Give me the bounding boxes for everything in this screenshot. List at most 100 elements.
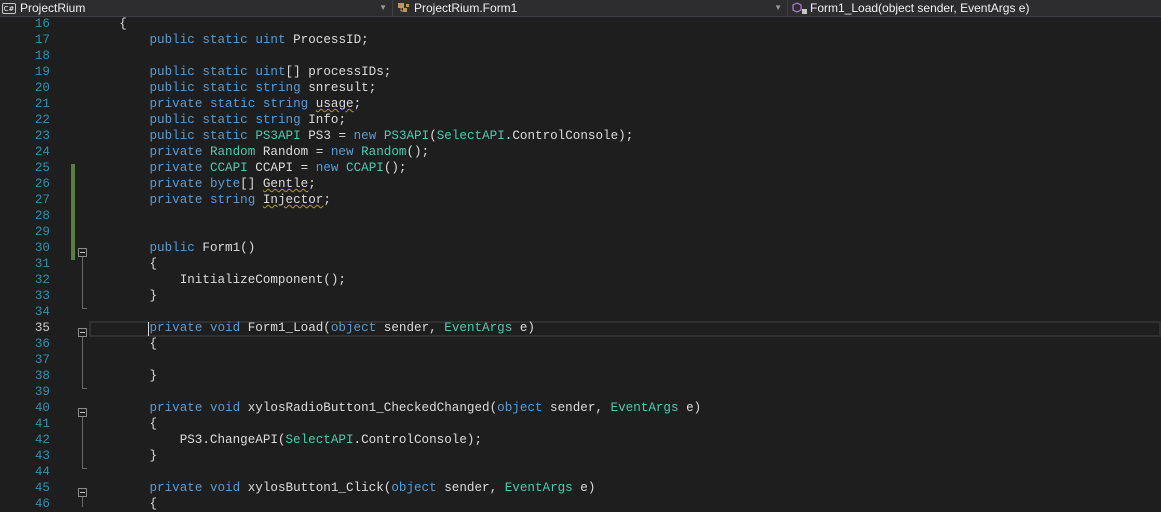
code-text: public static string Info;: [89, 112, 346, 128]
code-line[interactable]: 41 {: [0, 416, 1161, 432]
code-line[interactable]: 42 PS3.ChangeAPI(SelectAPI.ControlConsol…: [0, 432, 1161, 448]
code-line[interactable]: 43 }: [0, 448, 1161, 464]
code-text: private CCAPI CCAPI = new CCAPI();: [89, 160, 406, 176]
type-dropdown[interactable]: ProjectRium.Form1 ▼: [393, 0, 786, 16]
keyword-token: uint: [255, 33, 286, 47]
code-token: Info;: [300, 113, 347, 127]
code-line[interactable]: 40 private void xylosRadioButton1_Checke…: [0, 400, 1161, 416]
code-token: InitializeComponent();: [89, 273, 346, 287]
code-line[interactable]: 28: [0, 208, 1161, 224]
keyword-token: private: [149, 97, 203, 111]
code-line[interactable]: 35 private void Form1_Load(object sender…: [0, 320, 1161, 336]
keyword-token: string: [255, 81, 301, 95]
code-line[interactable]: 16 {: [0, 16, 1161, 32]
code-line[interactable]: 24 private Random Random = new Random();: [0, 144, 1161, 160]
code-line[interactable]: 36 {: [0, 336, 1161, 352]
code-text: }: [89, 448, 157, 464]
code-line[interactable]: 21 private static string usage;: [0, 96, 1161, 112]
code-line[interactable]: 38 }: [0, 368, 1161, 384]
member-dropdown[interactable]: Form1_Load(object sender, EventArgs e): [788, 0, 1161, 16]
code-line[interactable]: 33 }: [0, 288, 1161, 304]
code-line[interactable]: 26 private byte[] Gentle;: [0, 176, 1161, 192]
code-text: private void xylosRadioButton1_CheckedCh…: [89, 400, 701, 416]
line-number: 20: [34, 81, 50, 95]
code-line[interactable]: 44: [0, 464, 1161, 480]
keyword-token: byte: [209, 177, 241, 191]
code-token: .ControlConsole);: [353, 433, 483, 447]
code-line[interactable]: 25 private CCAPI CCAPI = new CCAPI();: [0, 160, 1161, 176]
line-number: 31: [34, 257, 50, 271]
code-line[interactable]: 22 public static string Info;: [0, 112, 1161, 128]
code-token: ;: [308, 177, 316, 191]
keyword-token: object: [330, 321, 377, 335]
code-line[interactable]: 20 public static string snresult;: [0, 80, 1161, 96]
code-line[interactable]: 27 private string Injector;: [0, 192, 1161, 208]
keyword-token: object: [497, 401, 543, 415]
warning-token: Injector: [262, 193, 324, 207]
type-token: EventArgs: [444, 321, 513, 335]
line-number: 23: [34, 129, 50, 143]
code-text: PS3.ChangeAPI(SelectAPI.ControlConsole);: [89, 432, 482, 448]
code-token: ();: [406, 145, 430, 159]
code-line[interactable]: 18: [0, 48, 1161, 64]
chevron-down-icon[interactable]: ▼: [774, 3, 782, 12]
code-line[interactable]: 30 public Form1(): [0, 240, 1161, 256]
line-number: 18: [34, 49, 50, 63]
keyword-token: void: [209, 401, 241, 415]
code-token: sender,: [376, 321, 445, 335]
keyword-token: string: [262, 97, 309, 111]
code-token: {: [89, 257, 158, 271]
code-line[interactable]: 37: [0, 352, 1161, 368]
code-token: (: [429, 129, 437, 143]
type-token: SelectAPI: [436, 129, 505, 143]
line-number: 37: [34, 353, 50, 367]
project-dropdown[interactable]: C# ProjectRium ▼: [0, 0, 391, 16]
code-token: ;: [353, 97, 362, 111]
keyword-token: new: [330, 145, 354, 159]
keyword-token: private: [149, 321, 203, 335]
code-line[interactable]: 46 {: [0, 496, 1161, 512]
line-number: 44: [34, 465, 50, 479]
type-token: Random: [361, 145, 407, 159]
code-token: e): [678, 401, 702, 415]
code-token: xylosRadioButton1_CheckedChanged(: [240, 401, 498, 415]
line-number: 22: [34, 113, 50, 127]
code-line[interactable]: 29: [0, 224, 1161, 240]
line-number: 45: [34, 481, 50, 495]
code-token: CCAPI =: [247, 161, 316, 175]
code-line[interactable]: 39: [0, 384, 1161, 400]
code-line[interactable]: 17 public static uint ProcessID;: [0, 32, 1161, 48]
code-token: ;: [323, 193, 331, 207]
code-line[interactable]: 23 public static PS3API PS3 = new PS3API…: [0, 128, 1161, 144]
code-token: {: [89, 337, 158, 351]
code-line[interactable]: 19 public static uint[] processIDs;: [0, 64, 1161, 80]
code-line[interactable]: 31 {: [0, 256, 1161, 272]
code-token: Form1_Load(: [240, 321, 331, 335]
code-text: InitializeComponent();: [89, 272, 346, 288]
line-number: 29: [34, 225, 50, 239]
type-token: SelectAPI: [285, 433, 354, 447]
keyword-token: private: [149, 177, 203, 191]
code-editor[interactable]: 16 {17 public static uint ProcessID; 18 19…: [0, 16, 1161, 511]
type-token: EventArgs: [504, 481, 573, 495]
line-number: 24: [34, 145, 50, 159]
code-line[interactable]: 34: [0, 304, 1161, 320]
code-line[interactable]: 32 InitializeComponent();: [0, 272, 1161, 288]
line-number: 38: [34, 369, 50, 383]
line-number: 19: [34, 65, 50, 79]
warning-token: usage: [315, 97, 354, 111]
code-text: public Form1(): [89, 240, 255, 256]
code-line[interactable]: 45 private void xylosButton1_Click(objec…: [0, 480, 1161, 496]
chevron-down-icon[interactable]: ▼: [379, 3, 387, 12]
